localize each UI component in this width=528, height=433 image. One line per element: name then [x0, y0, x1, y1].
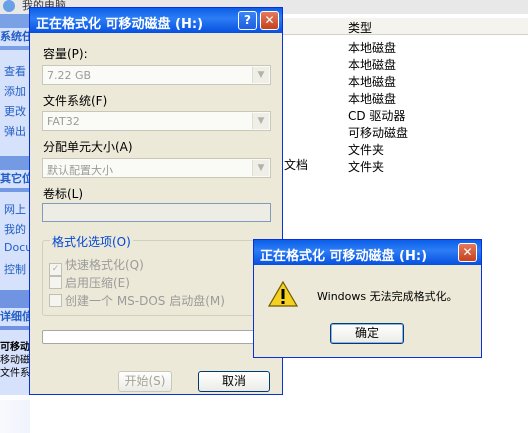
- volume-label: 卷标(L): [43, 187, 84, 201]
- pane-link-change[interactable]: 更改: [4, 103, 26, 119]
- pane-link-eject[interactable]: 弹出: [4, 123, 26, 139]
- msdos-checkbox[interactable]: 创建一个 MS-DOS 启动盘(M): [49, 292, 225, 309]
- allocation-select[interactable]: 默认配置大小 ▼: [42, 158, 271, 178]
- pane-link-network[interactable]: 网上: [4, 201, 26, 217]
- error-message-box: 正在格式化 可移动磁盘 (H:) ✕ Windows 无法完成格式化。 确定: [253, 239, 482, 358]
- pane-link-my-docs[interactable]: 我的: [4, 221, 26, 237]
- close-button[interactable]: ✕: [260, 11, 279, 30]
- ok-button[interactable]: 确定: [330, 323, 404, 344]
- format-dialog-title: 正在格式化 可移动磁盘 (H:): [36, 17, 204, 32]
- start-button[interactable]: 开始(S): [118, 371, 172, 392]
- close-button[interactable]: ✕: [458, 243, 477, 262]
- format-options-legend: 格式化选项(O): [50, 233, 133, 250]
- chevron-down-icon[interactable]: ▼: [252, 113, 269, 129]
- message-box-title: 正在格式化 可移动磁盘 (H:): [260, 249, 428, 264]
- chevron-down-icon[interactable]: ▼: [252, 160, 269, 176]
- volume-input[interactable]: [42, 203, 271, 222]
- type-cell: 本地磁盘: [348, 75, 397, 89]
- type-cell: CD 驱动器: [348, 109, 406, 123]
- quick-format-checkbox[interactable]: ✓ 快速格式化(Q): [49, 256, 144, 276]
- message-box-titlebar[interactable]: 正在格式化 可移动磁盘 (H:) ✕: [254, 240, 481, 265]
- capacity-label: 容量(P):: [43, 47, 88, 61]
- compression-label: 启用压缩(E): [65, 276, 130, 290]
- screen-edge-fade: [0, 395, 210, 433]
- chevron-down-icon[interactable]: ▼: [252, 67, 269, 83]
- type-cell: 本地磁盘: [348, 92, 397, 106]
- pane-head-system-tasks[interactable]: 系统任务: [0, 28, 30, 46]
- checkbox-box: [49, 294, 62, 307]
- checkbox-box: [49, 276, 62, 289]
- pane-link-view[interactable]: 查看: [4, 63, 26, 79]
- pane-link-documents[interactable]: Docu: [4, 241, 30, 254]
- warning-icon: [268, 280, 298, 307]
- format-dialog-titlebar[interactable]: 正在格式化 可移动磁盘 (H:) ? ✕: [30, 8, 282, 33]
- allocation-value: 默认配置大小: [47, 164, 113, 177]
- cancel-button[interactable]: 取消: [198, 371, 270, 392]
- type-cell: 文件夹: [348, 143, 385, 157]
- pane-head-other-places[interactable]: 其它位置: [0, 170, 30, 188]
- pane-link-add[interactable]: 添加: [4, 83, 26, 99]
- pane-head-details[interactable]: 详细信息: [0, 308, 30, 326]
- column-header-type[interactable]: 类型: [348, 19, 372, 36]
- pane-link-control[interactable]: 控制: [4, 261, 26, 277]
- computer-icon: [3, 0, 15, 12]
- type-cell: 本地磁盘: [348, 41, 397, 55]
- quick-format-label: 快速格式化(Q): [65, 258, 144, 272]
- filesystem-label: 文件系统(F): [43, 94, 108, 108]
- capacity-value: 7.22 GB: [47, 69, 92, 82]
- format-dialog: 正在格式化 可移动磁盘 (H:) ? ✕ 容量(P): 7.22 GB ▼ 文件…: [29, 7, 283, 395]
- pane-box-details: 可移动磁 移动磁 文件系统: [0, 330, 30, 400]
- format-progress-bar: [42, 330, 271, 344]
- message-text: Windows 无法完成格式化。: [317, 290, 458, 303]
- compression-checkbox[interactable]: 启用压缩(E): [49, 274, 130, 291]
- type-cell: 文件夹: [348, 160, 385, 174]
- pane-box-other-places: 网上 我的 Docu 控制: [0, 192, 30, 290]
- filesystem-select[interactable]: FAT32 ▼: [42, 111, 271, 131]
- task-pane: 系统任务 查看 添加 更改 弹出 其它位置 网上 我的 Docu 控制 详细信息…: [0, 14, 30, 433]
- type-cell: 本地磁盘: [348, 58, 397, 72]
- help-button[interactable]: ?: [238, 11, 257, 30]
- capacity-select[interactable]: 7.22 GB ▼: [42, 65, 271, 85]
- allocation-label: 分配单元大小(A): [43, 140, 133, 154]
- filesystem-value: FAT32: [47, 115, 80, 128]
- detail-fs: 文件系统: [0, 368, 30, 379]
- item-name-fragment: 文档: [284, 158, 309, 172]
- type-cell: 可移动磁盘: [348, 126, 409, 140]
- pane-box-system-tasks: 查看 添加 更改 弹出: [0, 50, 30, 156]
- msdos-label: 创建一个 MS-DOS 启动盘(M): [65, 294, 225, 308]
